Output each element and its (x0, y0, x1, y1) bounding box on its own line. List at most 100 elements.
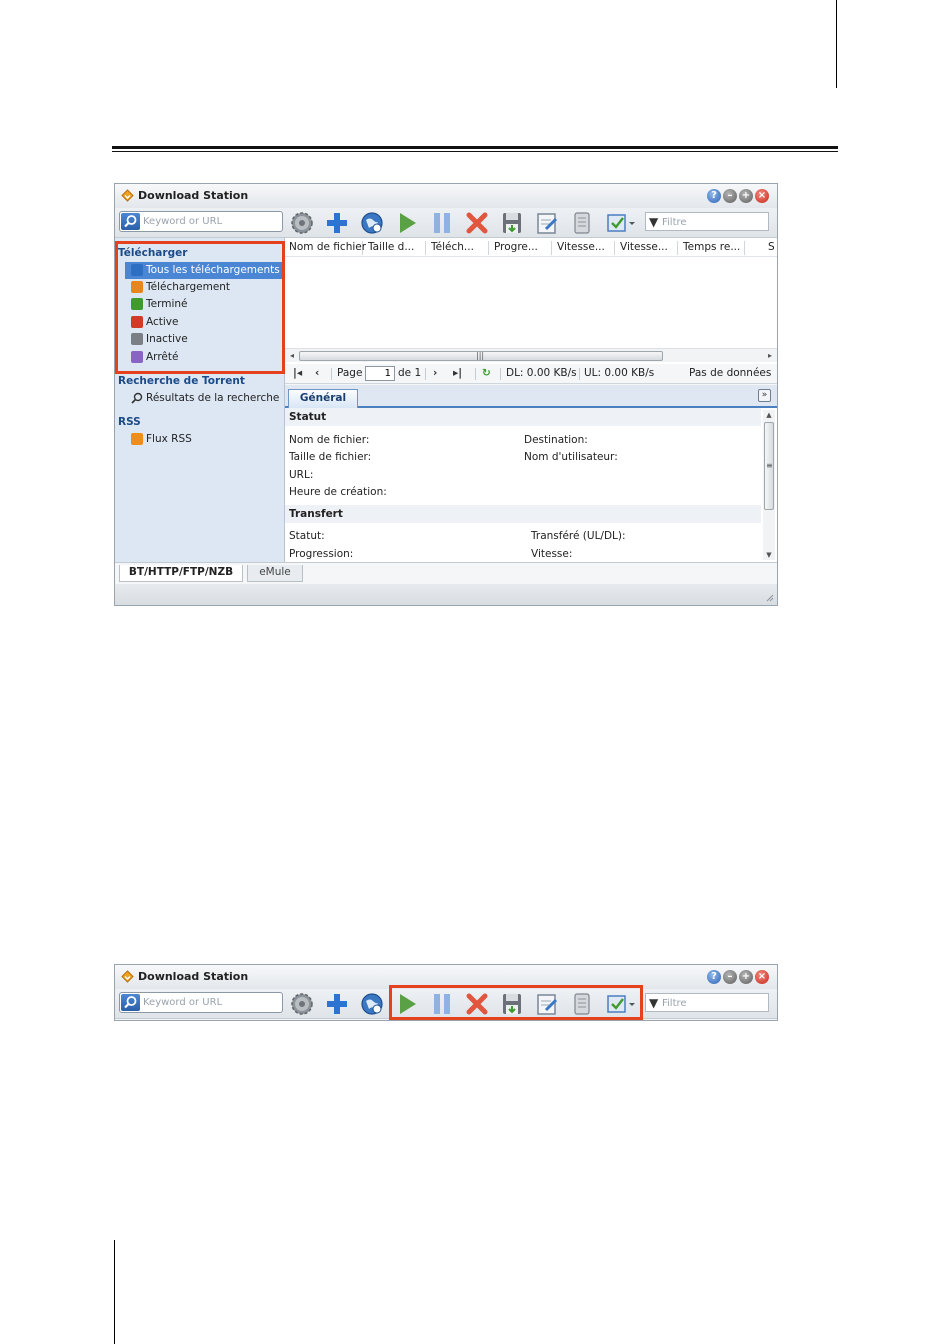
search-input[interactable] (143, 214, 279, 229)
column-downloaded[interactable]: Téléch... (427, 241, 489, 255)
first-page-icon[interactable]: |◂ (293, 367, 302, 379)
scroll-left-icon[interactable]: ◂ (286, 350, 298, 362)
close-icon[interactable]: × (755, 189, 769, 203)
page-count-label: de 1 (398, 367, 422, 379)
magnifier-icon (131, 392, 143, 404)
filter-funnel-icon: ▼ (649, 215, 659, 229)
separator (331, 368, 332, 380)
label-url: URL: (289, 469, 314, 481)
download-station-app-icon (121, 970, 134, 983)
highlight-toolbar-box (389, 985, 643, 1020)
save-disk-icon[interactable] (499, 210, 525, 236)
settings-gear-icon[interactable] (289, 210, 315, 236)
label-file-size: Taille de fichier: (289, 451, 372, 463)
download-station-window-toolbar-crop: Download Station ? – + × Keyword or URL … (114, 964, 778, 1021)
column-time-remaining[interactable]: Temps re... (679, 241, 745, 255)
help-icon[interactable]: ? (707, 189, 721, 203)
tab-general[interactable]: Général (288, 389, 358, 408)
protocol-tabs: BT/HTTP/FTP/NZB eMule (115, 562, 777, 584)
column-file-name[interactable]: Nom de fichier (285, 241, 366, 255)
pagination-bar: |◂ ‹ Page de 1 › ▸| ↻ DL: 0.00 KB/s UL: … (285, 364, 777, 384)
no-data-message: Pas de données (689, 367, 772, 379)
rss-feed-icon (131, 433, 143, 445)
filter-box: ▼ (645, 212, 769, 231)
column-size[interactable]: Taille d... (364, 241, 426, 255)
pause-icon[interactable] (429, 210, 455, 236)
separator (475, 368, 476, 380)
filter-funnel-icon: ▼ (649, 996, 659, 1010)
label-created-time: Heure de création: (289, 486, 387, 498)
select-checkbox-icon[interactable] (604, 210, 638, 236)
tab-bt-http-ftp-nzb[interactable]: BT/HTTP/FTP/NZB (119, 565, 243, 582)
sidebar-item-label: Flux RSS (146, 433, 192, 445)
page-number-input[interactable] (365, 366, 395, 381)
prev-page-icon[interactable]: ‹ (315, 367, 319, 379)
download-speed-status: DL: 0.00 KB/s (506, 367, 577, 379)
status-bar (115, 584, 777, 605)
download-station-app-icon (121, 189, 134, 202)
column-speed-up[interactable]: Vitesse... (553, 241, 615, 255)
globe-url-icon[interactable] (359, 991, 385, 1017)
detail-panel: Statut Nom de fichier: Destination: Tail… (285, 408, 777, 562)
filter-input[interactable] (662, 996, 766, 1010)
scroll-thumb[interactable]: ||| (299, 351, 663, 361)
search-icon[interactable] (121, 213, 140, 230)
sidebar-item-search-results[interactable]: Résultats de la recherche (115, 390, 284, 407)
scroll-right-icon[interactable]: ▸ (764, 350, 776, 362)
label-progress: Progression: (289, 548, 354, 560)
page-label: Page (337, 367, 363, 379)
sidebar-item-rss-feed[interactable]: Flux RSS (115, 431, 284, 448)
window-title: Download Station (138, 189, 249, 202)
close-icon[interactable]: × (755, 970, 769, 984)
globe-url-icon[interactable] (359, 210, 385, 236)
sidebar-section-torrent-search: Recherche de Torrent (118, 375, 245, 387)
add-plus-icon[interactable] (324, 991, 350, 1017)
label-status: Statut: (289, 530, 325, 542)
last-page-icon[interactable]: ▸| (453, 367, 462, 379)
highlight-sidebar-box (115, 241, 285, 374)
column-status[interactable]: S (764, 241, 777, 255)
scroll-down-icon[interactable]: ▼ (763, 550, 775, 560)
header-rule-thin (112, 151, 838, 152)
refresh-icon[interactable]: ↻ (482, 367, 491, 379)
minimize-icon[interactable]: – (723, 189, 737, 203)
maximize-icon[interactable]: + (739, 970, 753, 984)
search-box (119, 992, 283, 1013)
edit-note-icon[interactable] (534, 210, 560, 236)
separator (500, 368, 501, 380)
download-grid: Nom de fichier Taille d... Téléch... Pro… (285, 238, 777, 366)
help-icon[interactable]: ? (707, 970, 721, 984)
next-page-icon[interactable]: › (433, 367, 437, 379)
maximize-icon[interactable]: + (739, 189, 753, 203)
label-transferred: Transféré (UL/DL): (531, 530, 626, 542)
search-icon[interactable] (121, 994, 140, 1011)
window-title: Download Station (138, 970, 249, 983)
add-plus-icon[interactable] (324, 210, 350, 236)
collapse-panel-icon[interactable]: » (758, 389, 771, 402)
horizontal-scrollbar[interactable]: ◂ ||| ▸ (285, 348, 777, 362)
column-progress[interactable]: Progre... (490, 241, 552, 255)
search-input[interactable] (143, 995, 279, 1010)
label-file-name: Nom de fichier: (289, 434, 370, 446)
play-resume-icon[interactable] (394, 210, 420, 236)
sidebar-section-rss: RSS (118, 416, 141, 428)
separator (425, 368, 426, 380)
header-rule (112, 146, 838, 149)
vertical-scrollbar[interactable]: ▲ ≡ ▼ (763, 410, 775, 560)
tab-emule[interactable]: eMule (247, 565, 303, 582)
label-destination: Destination: (524, 434, 588, 446)
delete-x-icon[interactable] (464, 210, 490, 236)
settings-gear-icon[interactable] (289, 991, 315, 1017)
scroll-up-icon[interactable]: ▲ (763, 410, 775, 420)
database-icon[interactable] (569, 210, 595, 236)
resize-grip-icon[interactable] (764, 592, 774, 602)
filter-input[interactable] (662, 215, 766, 229)
search-box (119, 211, 283, 232)
toolbar: ▼ (115, 208, 777, 238)
column-speed-down[interactable]: Vitesse... (616, 241, 678, 255)
crop-mark-top (836, 0, 837, 88)
minimize-icon[interactable]: – (723, 970, 737, 984)
filter-box: ▼ (645, 993, 769, 1012)
label-speed: Vitesse: (531, 548, 573, 560)
scroll-thumb[interactable]: ≡ (764, 422, 774, 510)
